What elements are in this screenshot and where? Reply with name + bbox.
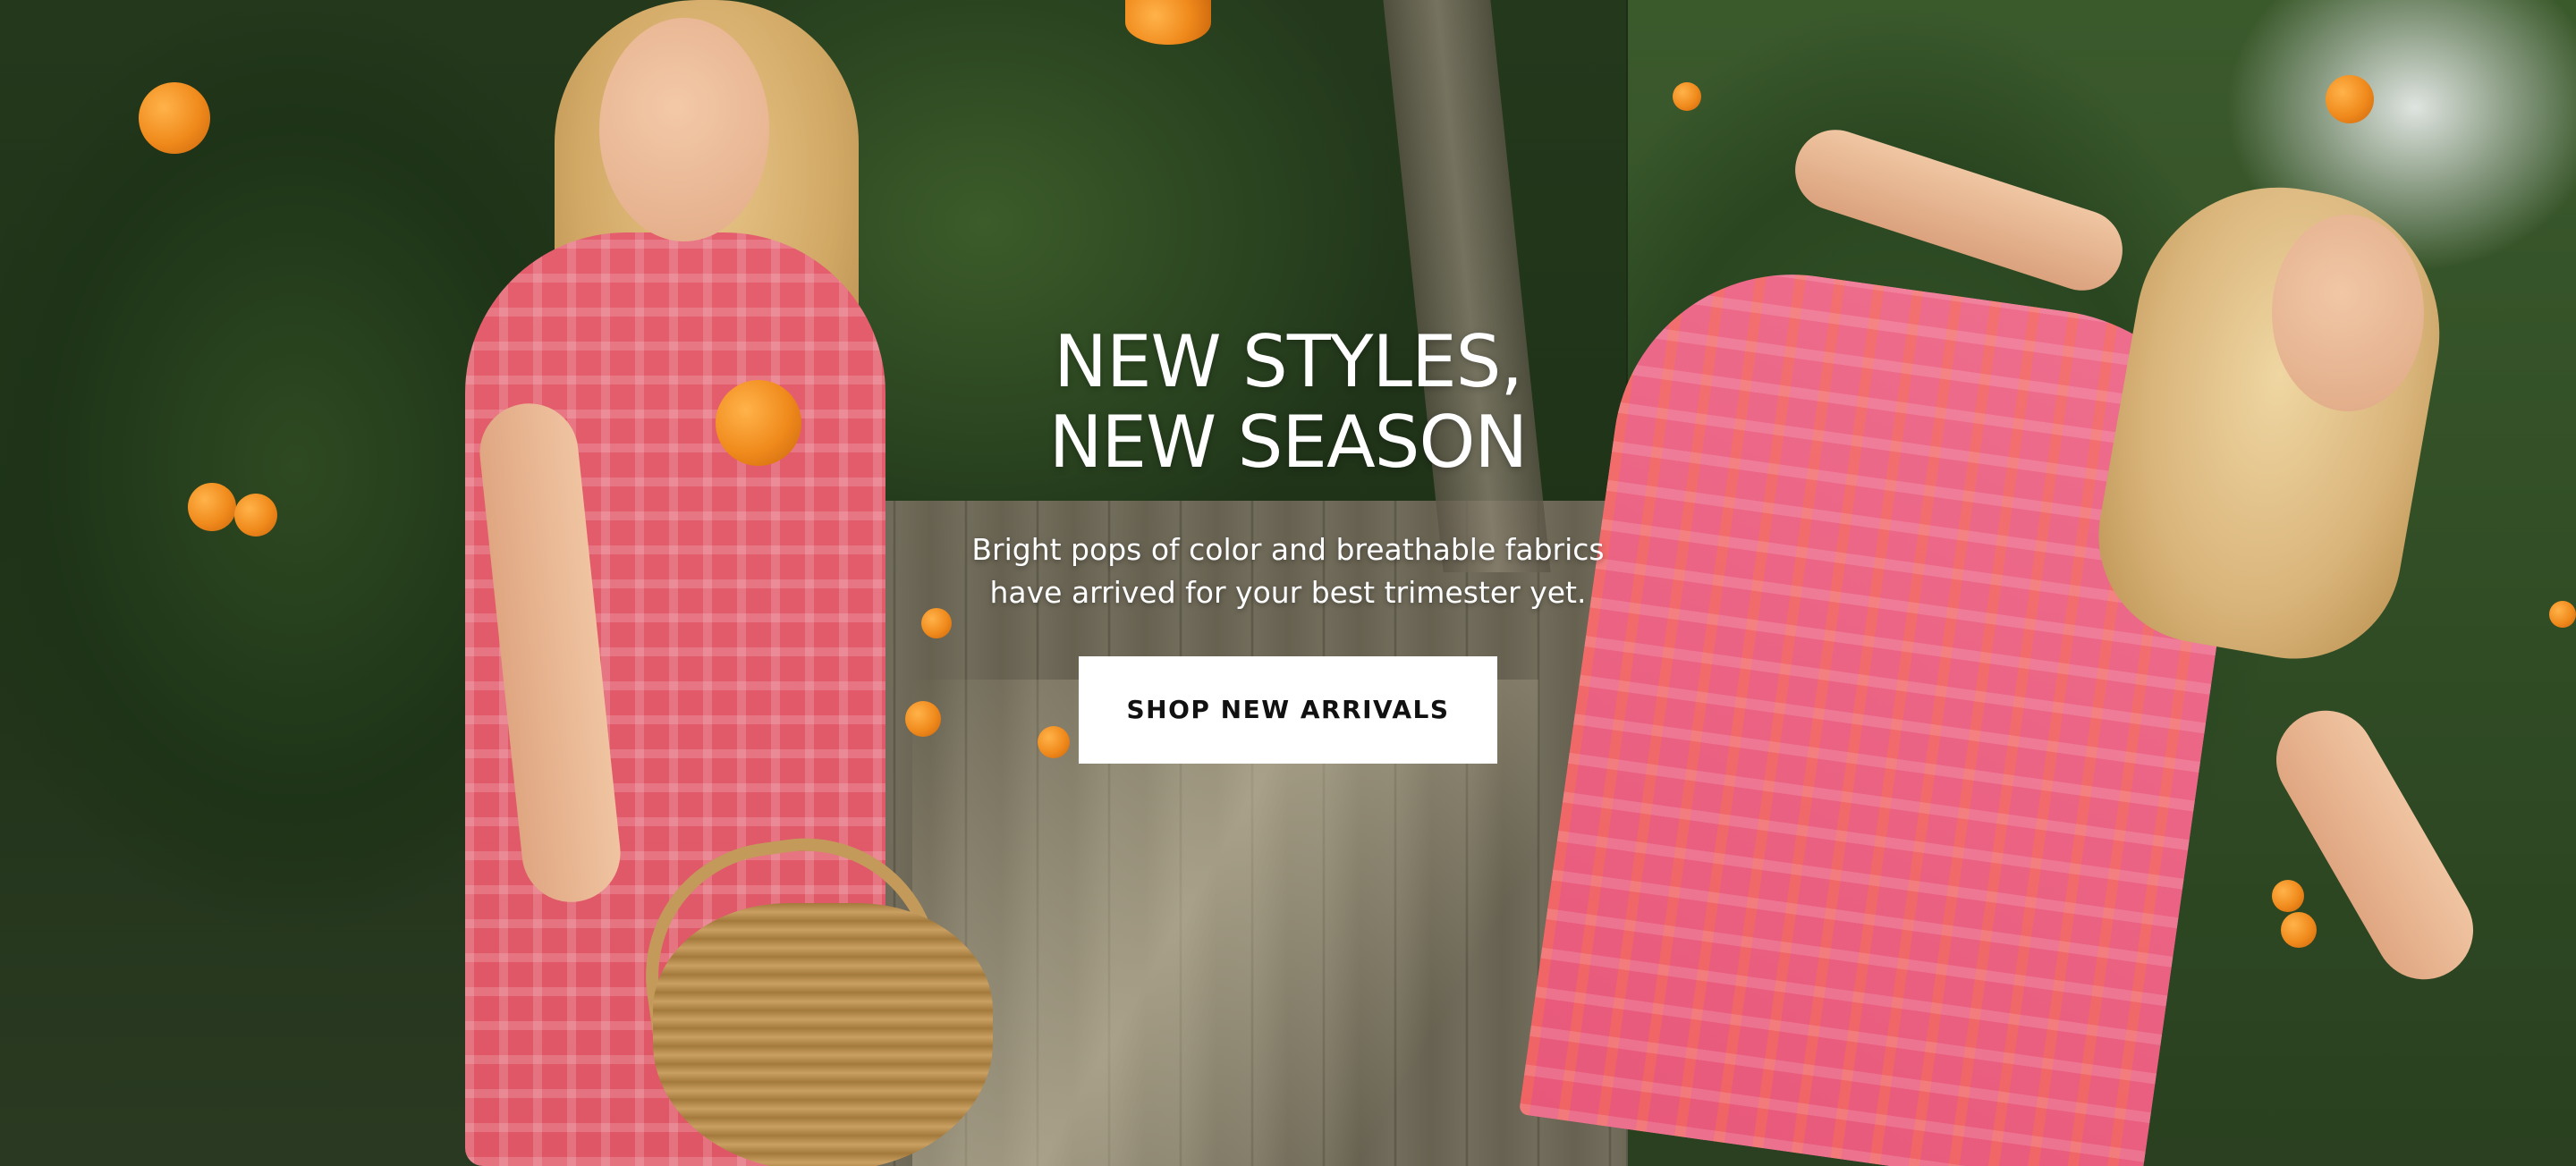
headline-line: NEW SEASON (1048, 401, 1529, 485)
hero-content: NEW STYLES, NEW SEASON Bright pops of co… (930, 320, 1646, 765)
wicker-basket (653, 903, 993, 1166)
headline-line: NEW STYLES, (1054, 320, 1523, 403)
orange-fruit (2326, 75, 2374, 123)
subtext-line: Bright pops of color and breathable fabr… (971, 531, 1605, 567)
hero-headline: NEW STYLES, NEW SEASON (930, 320, 1646, 485)
shop-new-arrivals-button[interactable]: SHOP NEW ARRIVALS (1079, 656, 1497, 765)
model-face (2272, 215, 2424, 411)
hero-banner: NEW STYLES, NEW SEASON Bright pops of co… (0, 0, 2576, 1166)
orange-fruit (234, 494, 277, 537)
subtext-line: have arrived for your best trimester yet… (989, 574, 1587, 610)
orange-fruit (188, 483, 236, 531)
orange-fruit (2281, 912, 2317, 948)
orange-fruit (2272, 880, 2304, 912)
orange-fruit (139, 82, 210, 154)
orange-fruit (2549, 601, 2576, 628)
orange-fruit (1125, 0, 1211, 45)
model-face (599, 18, 769, 241)
orange-fruit (1673, 82, 1701, 111)
held-orange (716, 380, 801, 466)
hero-subtext: Bright pops of color and breathable fabr… (930, 528, 1646, 614)
